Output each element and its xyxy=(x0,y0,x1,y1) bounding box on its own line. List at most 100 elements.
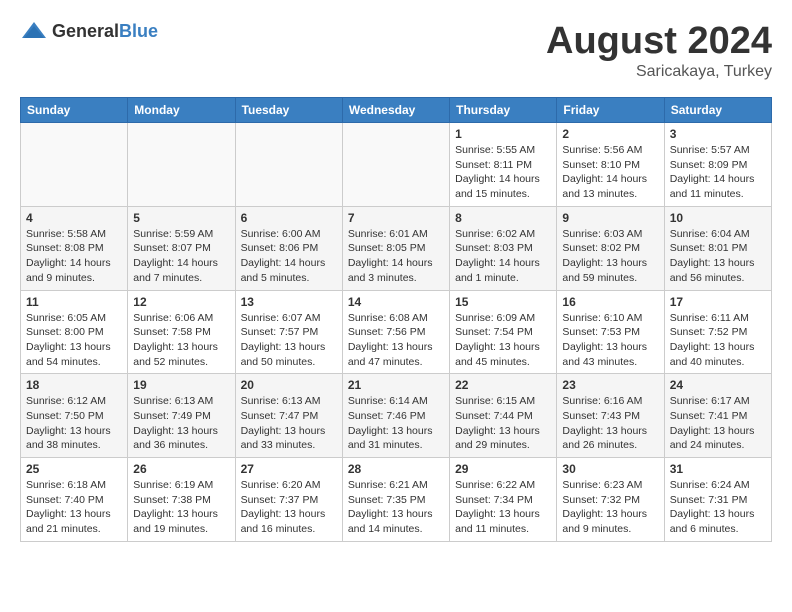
day-number: 20 xyxy=(241,378,337,392)
day-number: 10 xyxy=(670,211,766,225)
table-cell: 23Sunrise: 6:16 AMSunset: 7:43 PMDayligh… xyxy=(557,374,664,458)
table-cell: 19Sunrise: 6:13 AMSunset: 7:49 PMDayligh… xyxy=(128,374,235,458)
day-number: 18 xyxy=(26,378,122,392)
day-number: 9 xyxy=(562,211,658,225)
week-row-1: 4 Sunrise: 5:58 AMSunset: 8:08 PMDaylight… xyxy=(21,206,772,290)
logo: GeneralBlue xyxy=(20,20,158,42)
table-cell: 3 Sunrise: 5:57 AMSunset: 8:09 PMDaylight… xyxy=(664,123,771,207)
day-info: Sunrise: 6:03 AMSunset: 8:02 PMDaylight:… xyxy=(562,227,658,286)
day-info: Sunrise: 5:56 AMSunset: 8:10 PMDaylight:… xyxy=(562,143,658,202)
day-number: 22 xyxy=(455,378,551,392)
day-number: 24 xyxy=(670,378,766,392)
logo-icon xyxy=(20,20,48,42)
table-cell: 1Sunrise: 5:55 AMSunset: 8:11 PMDaylight… xyxy=(450,123,557,207)
day-info: Sunrise: 5:59 AMSunset: 8:07 PMDaylight:… xyxy=(133,227,229,286)
table-cell: 7 Sunrise: 6:01 AMSunset: 8:05 PMDaylight… xyxy=(342,206,449,290)
day-info: Sunrise: 6:09 AMSunset: 7:54 PMDaylight:… xyxy=(455,311,551,370)
day-number: 2 xyxy=(562,127,658,141)
table-cell xyxy=(128,123,235,207)
day-info: Sunrise: 6:17 AMSunset: 7:41 PMDaylight:… xyxy=(670,394,766,453)
header-monday: Monday xyxy=(128,98,235,123)
day-number: 19 xyxy=(133,378,229,392)
weekday-header-row: Sunday Monday Tuesday Wednesday Thursday… xyxy=(21,98,772,123)
day-info: Sunrise: 6:05 AMSunset: 8:00 PMDaylight:… xyxy=(26,311,122,370)
header-sunday: Sunday xyxy=(21,98,128,123)
header-tuesday: Tuesday xyxy=(235,98,342,123)
logo-general: General xyxy=(52,21,119,41)
day-number: 4 xyxy=(26,211,122,225)
day-info: Sunrise: 6:10 AMSunset: 7:53 PMDaylight:… xyxy=(562,311,658,370)
table-cell: 14 Sunrise: 6:08 AMSunset: 7:56 PMDayligh… xyxy=(342,290,449,374)
day-info: Sunrise: 6:08 AMSunset: 7:56 PMDaylight:… xyxy=(348,311,444,370)
header-friday: Friday xyxy=(557,98,664,123)
day-number: 6 xyxy=(241,211,337,225)
day-number: 28 xyxy=(348,462,444,476)
day-info: Sunrise: 6:16 AMSunset: 7:43 PMDaylight:… xyxy=(562,394,658,453)
day-number: 30 xyxy=(562,462,658,476)
table-cell: 29 Sunrise: 6:22 AMSunset: 7:34 PMDayligh… xyxy=(450,458,557,542)
day-number: 7 xyxy=(348,211,444,225)
table-cell: 27 Sunrise: 6:20 AMSunset: 7:37 PMDayligh… xyxy=(235,458,342,542)
day-info: Sunrise: 6:12 AMSunset: 7:50 PMDaylight:… xyxy=(26,394,122,453)
day-info: Sunrise: 6:20 AMSunset: 7:37 PMDaylight:… xyxy=(241,478,337,537)
day-number: 12 xyxy=(133,295,229,309)
day-number: 1 xyxy=(455,127,551,141)
day-info: Sunrise: 6:22 AMSunset: 7:34 PMDaylight:… xyxy=(455,478,551,537)
day-number: 3 xyxy=(670,127,766,141)
table-cell: 12Sunrise: 6:06 AMSunset: 7:58 PMDayligh… xyxy=(128,290,235,374)
day-number: 26 xyxy=(133,462,229,476)
day-number: 25 xyxy=(26,462,122,476)
day-info: Sunrise: 5:57 AMSunset: 8:09 PMDaylight:… xyxy=(670,143,766,202)
day-info: Sunrise: 6:02 AMSunset: 8:03 PMDaylight:… xyxy=(455,227,551,286)
day-number: 14 xyxy=(348,295,444,309)
day-info: Sunrise: 6:21 AMSunset: 7:35 PMDaylight:… xyxy=(348,478,444,537)
day-number: 16 xyxy=(562,295,658,309)
day-info: Sunrise: 5:58 AMSunset: 8:08 PMDaylight:… xyxy=(26,227,122,286)
day-number: 15 xyxy=(455,295,551,309)
day-number: 11 xyxy=(26,295,122,309)
header-saturday: Saturday xyxy=(664,98,771,123)
day-info: Sunrise: 6:00 AMSunset: 8:06 PMDaylight:… xyxy=(241,227,337,286)
day-number: 21 xyxy=(348,378,444,392)
day-number: 27 xyxy=(241,462,337,476)
table-cell: 31Sunrise: 6:24 AMSunset: 7:31 PMDayligh… xyxy=(664,458,771,542)
day-number: 5 xyxy=(133,211,229,225)
day-info: Sunrise: 6:24 AMSunset: 7:31 PMDaylight:… xyxy=(670,478,766,537)
table-cell: 13 Sunrise: 6:07 AMSunset: 7:57 PMDayligh… xyxy=(235,290,342,374)
table-cell: 10 Sunrise: 6:04 AMSunset: 8:01 PMDayligh… xyxy=(664,206,771,290)
day-info: Sunrise: 6:13 AMSunset: 7:47 PMDaylight:… xyxy=(241,394,337,453)
day-info: Sunrise: 6:11 AMSunset: 7:52 PMDaylight:… xyxy=(670,311,766,370)
title-block: August 2024 Saricakaya, Turkey xyxy=(546,20,772,81)
logo-blue: Blue xyxy=(119,21,158,41)
day-info: Sunrise: 6:15 AMSunset: 7:44 PMDaylight:… xyxy=(455,394,551,453)
table-cell: 28 Sunrise: 6:21 AMSunset: 7:35 PMDayligh… xyxy=(342,458,449,542)
table-cell: 8 Sunrise: 6:02 AMSunset: 8:03 PMDaylight… xyxy=(450,206,557,290)
calendar-location: Saricakaya, Turkey xyxy=(546,63,772,81)
day-info: Sunrise: 6:01 AMSunset: 8:05 PMDaylight:… xyxy=(348,227,444,286)
table-cell: 4 Sunrise: 5:58 AMSunset: 8:08 PMDaylight… xyxy=(21,206,128,290)
page-header: GeneralBlue August 2024 Saricakaya, Turk… xyxy=(20,20,772,81)
table-cell: 15 Sunrise: 6:09 AMSunset: 7:54 PMDayligh… xyxy=(450,290,557,374)
table-cell: 22 Sunrise: 6:15 AMSunset: 7:44 PMDayligh… xyxy=(450,374,557,458)
day-info: Sunrise: 6:04 AMSunset: 8:01 PMDaylight:… xyxy=(670,227,766,286)
calendar-table: Sunday Monday Tuesday Wednesday Thursday… xyxy=(20,97,772,542)
day-info: Sunrise: 6:07 AMSunset: 7:57 PMDaylight:… xyxy=(241,311,337,370)
table-cell: 20 Sunrise: 6:13 AMSunset: 7:47 PMDayligh… xyxy=(235,374,342,458)
day-number: 29 xyxy=(455,462,551,476)
week-row-2: 11 Sunrise: 6:05 AMSunset: 8:00 PMDayligh… xyxy=(21,290,772,374)
day-info: Sunrise: 6:19 AMSunset: 7:38 PMDaylight:… xyxy=(133,478,229,537)
week-row-0: 1Sunrise: 5:55 AMSunset: 8:11 PMDaylight… xyxy=(21,123,772,207)
table-cell: 24 Sunrise: 6:17 AMSunset: 7:41 PMDayligh… xyxy=(664,374,771,458)
day-number: 13 xyxy=(241,295,337,309)
table-cell: 16 Sunrise: 6:10 AMSunset: 7:53 PMDayligh… xyxy=(557,290,664,374)
table-cell xyxy=(21,123,128,207)
table-cell xyxy=(342,123,449,207)
week-row-3: 18 Sunrise: 6:12 AMSunset: 7:50 PMDayligh… xyxy=(21,374,772,458)
table-cell: 25Sunrise: 6:18 AMSunset: 7:40 PMDayligh… xyxy=(21,458,128,542)
table-cell: 5 Sunrise: 5:59 AMSunset: 8:07 PMDaylight… xyxy=(128,206,235,290)
table-cell: 17Sunrise: 6:11 AMSunset: 7:52 PMDayligh… xyxy=(664,290,771,374)
day-info: Sunrise: 6:14 AMSunset: 7:46 PMDaylight:… xyxy=(348,394,444,453)
table-cell: 21 Sunrise: 6:14 AMSunset: 7:46 PMDayligh… xyxy=(342,374,449,458)
day-number: 8 xyxy=(455,211,551,225)
table-cell: 6 Sunrise: 6:00 AMSunset: 8:06 PMDaylight… xyxy=(235,206,342,290)
